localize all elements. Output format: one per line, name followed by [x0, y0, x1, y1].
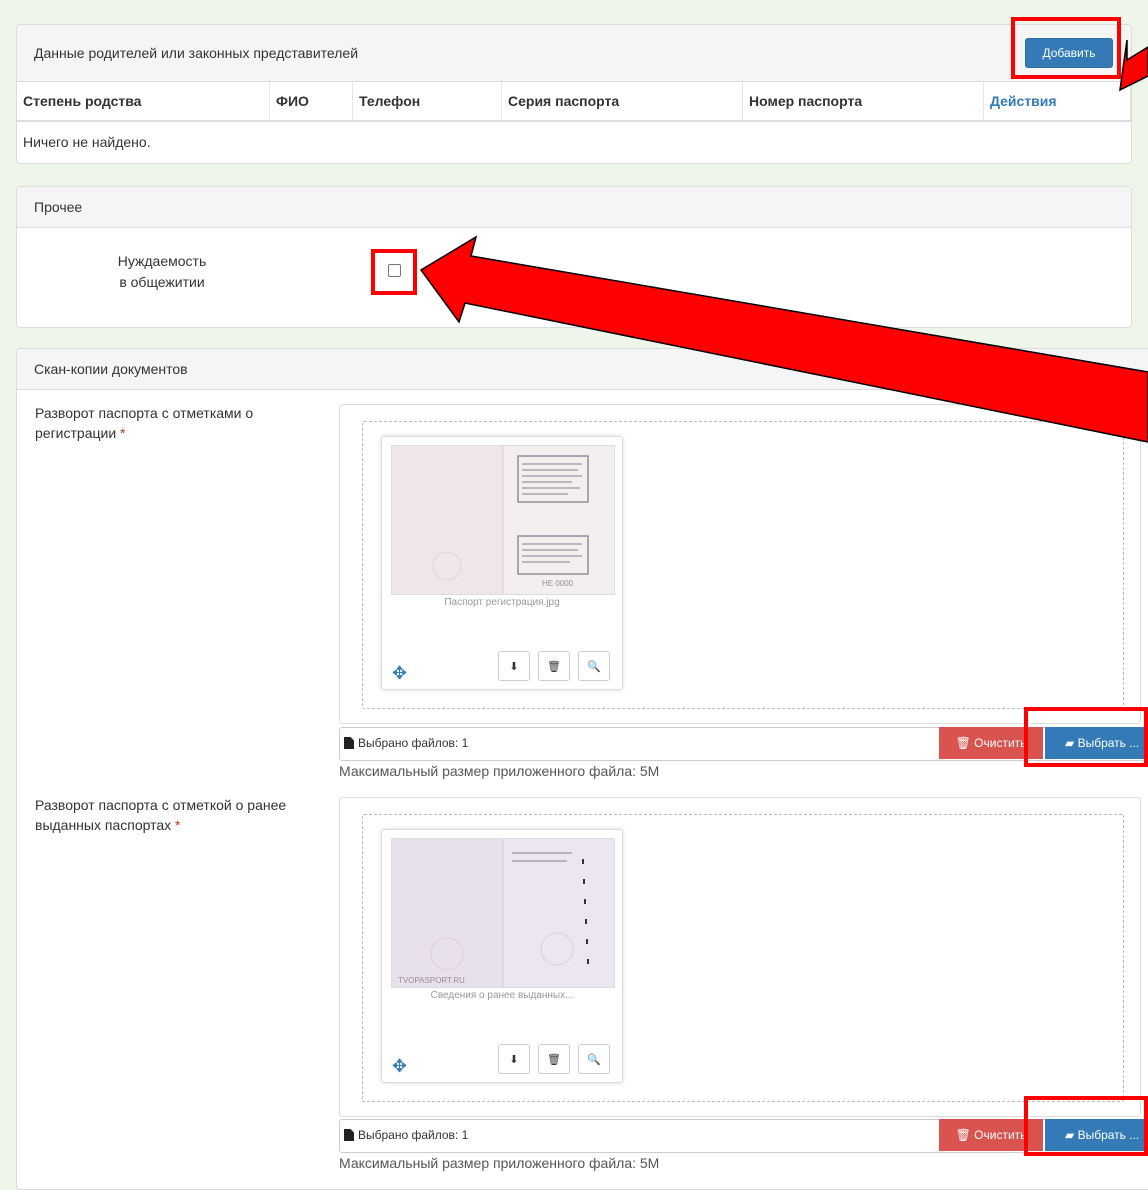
file-icon	[344, 737, 354, 749]
dorm-label-line: Нуждаемость	[117, 253, 207, 269]
scan-label-text: Разворот паспорта с отметкой о ранее выд…	[35, 797, 287, 833]
other-panel-heading: Прочее	[17, 187, 1131, 228]
scan-field-label: Разворот паспорта с отметками о регистра…	[35, 403, 295, 443]
passport-scan-image: НЕ 0000	[391, 445, 615, 595]
thumbnail-file-name: Сведения о ранее выданных...	[430, 990, 574, 1001]
drop-area[interactable]: TVOPASPORT.RU Сведения о ранее выданных.…	[362, 814, 1124, 1102]
parents-table: Степень родства ФИО Телефон Серия паспор…	[17, 82, 1131, 162]
dorm-label: Нуждаемость в общежитии	[67, 251, 257, 293]
empty-message: Ничего не найдено.	[23, 134, 151, 150]
parents-panel-heading: Данные родителей или законных представит…	[17, 25, 1131, 82]
file-preview-zone: TVOPASPORT.RU Сведения о ранее выданных.…	[339, 797, 1141, 1117]
highlight-box-checkbox	[371, 249, 417, 295]
file-thumbnail: TVOPASPORT.RU Сведения о ранее выданных.…	[381, 829, 623, 1083]
trash-icon[interactable]: 🗑	[538, 1044, 570, 1074]
scans-panel-heading: Скан-копии документов	[17, 349, 1148, 390]
trash-icon[interactable]: 🗑	[538, 651, 570, 681]
file-preview-zone: НЕ 0000 Паспорт регистрация.jpg ✥ ⬇ 🗑 🔍	[339, 404, 1141, 724]
zoom-icon[interactable]: 🔍	[578, 651, 610, 681]
other-panel: Прочее Нуждаемость в общежитии	[16, 186, 1132, 328]
highlight-box-choose-2	[1024, 1096, 1148, 1156]
download-icon[interactable]: ⬇	[498, 651, 530, 681]
file-icon	[344, 1129, 354, 1141]
move-icon[interactable]: ✥	[392, 1056, 407, 1077]
other-panel-title: Прочее	[34, 199, 83, 215]
passport-scan-image: TVOPASPORT.RU	[391, 838, 615, 988]
files-selected-caption: Выбрано файлов: 1	[358, 736, 469, 750]
column-header-actions[interactable]: Действия	[983, 82, 1131, 122]
zoom-icon[interactable]: 🔍	[578, 1044, 610, 1074]
max-size-hint: Максимальный размер приложенного файла: …	[339, 1155, 660, 1171]
scan-field-label: Разворот паспорта с отметкой о ранее выд…	[35, 795, 295, 835]
clear-label: Очистить	[974, 736, 1027, 750]
required-mark: *	[120, 425, 126, 441]
table-row: Ничего не найдено.	[17, 121, 1131, 162]
column-header[interactable]: ФИО	[269, 82, 353, 122]
max-size-hint: Максимальный размер приложенного файла: …	[339, 763, 660, 779]
highlight-box-add	[1011, 17, 1121, 79]
scans-panel-title: Скан-копии документов	[34, 361, 188, 377]
parents-panel: Данные родителей или законных представит…	[16, 24, 1132, 164]
files-selected-caption: Выбрано файлов: 1	[358, 1128, 469, 1142]
svg-text:НЕ 0000: НЕ 0000	[542, 579, 574, 588]
dorm-label-line: в общежитии	[119, 274, 205, 290]
drop-area[interactable]: НЕ 0000 Паспорт регистрация.jpg ✥ ⬇ 🗑 🔍	[362, 421, 1124, 709]
thumbnail-file-name: Паспорт регистрация.jpg	[444, 597, 560, 608]
column-header[interactable]: Степень родства	[17, 82, 270, 122]
column-header[interactable]: Телефон	[352, 82, 502, 122]
file-thumbnail: НЕ 0000 Паспорт регистрация.jpg ✥ ⬇ 🗑 🔍	[381, 436, 623, 690]
column-header[interactable]: Номер паспорта	[742, 82, 984, 122]
page: Данные родителей или законных представит…	[0, 0, 1148, 1190]
move-icon[interactable]: ✥	[392, 663, 407, 684]
highlight-box-choose-1	[1024, 707, 1148, 767]
download-icon[interactable]: ⬇	[498, 1044, 530, 1074]
svg-text:TVOPASPORT.RU: TVOPASPORT.RU	[398, 976, 465, 985]
scans-panel: Скан-копии документов Разворот паспорта …	[16, 348, 1148, 1190]
required-mark: *	[175, 817, 181, 833]
clear-label: Очистить	[974, 1128, 1027, 1142]
scan-label-text: Разворот паспорта с отметками о регистра…	[35, 405, 254, 441]
table-header-row: Степень родства ФИО Телефон Серия паспор…	[17, 82, 1131, 122]
parents-panel-title: Данные родителей или законных представит…	[34, 45, 359, 61]
column-header[interactable]: Серия паспорта	[501, 82, 743, 122]
